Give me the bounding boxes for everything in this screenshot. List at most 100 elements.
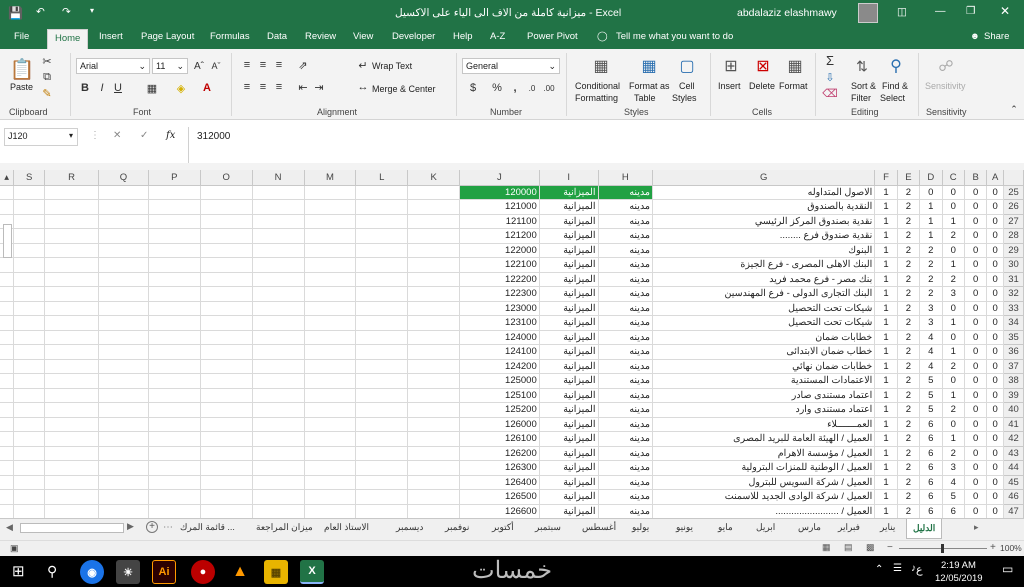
cell-n[interactable]: [252, 475, 305, 490]
cell-b[interactable]: 0: [964, 330, 988, 345]
cell-f[interactable]: 1: [874, 199, 898, 215]
tab-file[interactable]: File: [14, 31, 29, 42]
tell-me-search[interactable]: Tell me what you want to do: [616, 31, 733, 42]
cell-h[interactable]: مدينه: [598, 446, 654, 461]
cell-j[interactable]: 123100: [459, 315, 540, 331]
insert-function-button[interactable]: fx: [166, 130, 175, 141]
cell-d[interactable]: 3: [919, 301, 943, 316]
cell-a[interactable]: 0: [986, 373, 1005, 389]
cell-h[interactable]: مدينه: [598, 504, 654, 518]
cell-l[interactable]: [355, 330, 409, 345]
cell-p[interactable]: [148, 228, 201, 244]
cell-k[interactable]: [407, 417, 461, 432]
cell-p[interactable]: [148, 388, 201, 403]
cell-r[interactable]: [44, 489, 99, 505]
cell-d[interactable]: 2: [919, 243, 943, 258]
tab-power-pivot[interactable]: Power Pivot: [527, 31, 578, 42]
cell-q[interactable]: [98, 243, 149, 258]
cell-e[interactable]: 2: [897, 475, 921, 490]
cell-h[interactable]: مدينه: [598, 243, 654, 258]
cell-k[interactable]: [407, 344, 461, 360]
cell-m[interactable]: [304, 475, 357, 490]
cell-l[interactable]: [355, 359, 409, 374]
row-header[interactable]: 25: [1003, 185, 1024, 200]
cell-q[interactable]: [98, 199, 149, 215]
cell-l[interactable]: [355, 417, 409, 432]
cell-g[interactable]: العميل / شركة الوادى الجديد للاسمنت: [652, 489, 876, 505]
scroll-right-icon[interactable]: ▶: [127, 521, 134, 532]
cell-g[interactable]: اعتماد مستندى صادر: [652, 388, 876, 403]
cell-a[interactable]: 0: [986, 344, 1005, 360]
cell-k[interactable]: [407, 475, 461, 490]
cell-k[interactable]: [407, 214, 461, 229]
align-left-icon[interactable]: ≡: [240, 81, 254, 93]
cell-q[interactable]: [98, 489, 149, 505]
cell-o[interactable]: [200, 431, 253, 447]
cell-j[interactable]: 124200: [459, 359, 540, 374]
cell-o[interactable]: [200, 417, 253, 432]
cell-g[interactable]: خطابات ضمان: [652, 330, 876, 345]
scroll-up-icon[interactable]: ▴: [0, 170, 15, 186]
cell-k[interactable]: [407, 257, 461, 273]
cell-f[interactable]: 1: [874, 359, 898, 374]
cell-h[interactable]: مدينه: [598, 199, 654, 215]
column-header-b[interactable]: B: [964, 170, 988, 186]
cell-l[interactable]: [355, 475, 409, 490]
cell-e[interactable]: 2: [897, 330, 921, 345]
cell-h[interactable]: مدينه: [598, 373, 654, 389]
horizontal-scrollbar[interactable]: [20, 523, 124, 533]
cell-l[interactable]: [355, 301, 409, 316]
cell-j[interactable]: 122300: [459, 286, 540, 302]
cell-m[interactable]: [304, 330, 357, 345]
cell-s[interactable]: [13, 301, 46, 316]
cell-b[interactable]: 0: [964, 272, 988, 287]
cell-f[interactable]: 1: [874, 504, 898, 518]
cell-l[interactable]: [355, 489, 409, 505]
zoom-out-icon[interactable]: −: [887, 542, 893, 553]
cell-i[interactable]: الميزانية: [539, 243, 599, 258]
cell-r[interactable]: [44, 330, 99, 345]
sheet-tab-guide[interactable]: الدليل: [906, 519, 943, 539]
cell-d[interactable]: 2: [919, 286, 943, 302]
cell-k[interactable]: [407, 286, 461, 302]
cell-s[interactable]: [13, 417, 46, 432]
format-as-table-line2[interactable]: Table: [634, 93, 656, 103]
cell-c[interactable]: 0: [942, 373, 965, 389]
zoom-slider-thumb[interactable]: [941, 544, 944, 553]
cell-c[interactable]: 1: [942, 214, 965, 229]
column-header-s[interactable]: S: [13, 170, 46, 186]
cell-r[interactable]: [44, 286, 99, 302]
cell-o[interactable]: [200, 286, 253, 302]
cell-c[interactable]: 2: [942, 228, 965, 244]
row-header[interactable]: 29: [1003, 243, 1024, 258]
cell-q[interactable]: [98, 402, 149, 418]
cell-g[interactable]: بنك مصر - فرع محمد فريد: [652, 272, 876, 287]
cell-a[interactable]: 0: [986, 199, 1005, 215]
chrome-icon[interactable]: ◉: [80, 560, 104, 584]
column-header-r[interactable]: R: [44, 170, 99, 186]
sheet-tab-july[interactable]: يوليو: [630, 522, 651, 533]
cell-q[interactable]: [98, 214, 149, 229]
cell-b[interactable]: 0: [964, 475, 988, 490]
cell-a[interactable]: 0: [986, 301, 1005, 316]
cell-m[interactable]: [304, 373, 357, 389]
cell-j[interactable]: 121000: [459, 199, 540, 215]
cell-q[interactable]: [98, 460, 149, 476]
page-layout-view-icon[interactable]: ▤: [844, 542, 853, 553]
cell-s[interactable]: [13, 243, 46, 258]
cell-l[interactable]: [355, 243, 409, 258]
cell-q[interactable]: [98, 359, 149, 374]
cell-r[interactable]: [44, 431, 99, 447]
row-header[interactable]: 41: [1003, 417, 1024, 432]
cell-h[interactable]: مدينه: [598, 489, 654, 505]
cell-o[interactable]: [200, 272, 253, 287]
cell-e[interactable]: 2: [897, 301, 921, 316]
cell-i[interactable]: الميزانية: [539, 431, 599, 447]
cell-m[interactable]: [304, 460, 357, 476]
cell-g[interactable]: العميل / شركة السويس للبترول: [652, 475, 876, 490]
row-header[interactable]: 31: [1003, 272, 1024, 287]
cell-b[interactable]: 0: [964, 489, 988, 505]
cell-b[interactable]: 0: [964, 315, 988, 331]
cell-o[interactable]: [200, 228, 253, 244]
cell-l[interactable]: [355, 431, 409, 447]
